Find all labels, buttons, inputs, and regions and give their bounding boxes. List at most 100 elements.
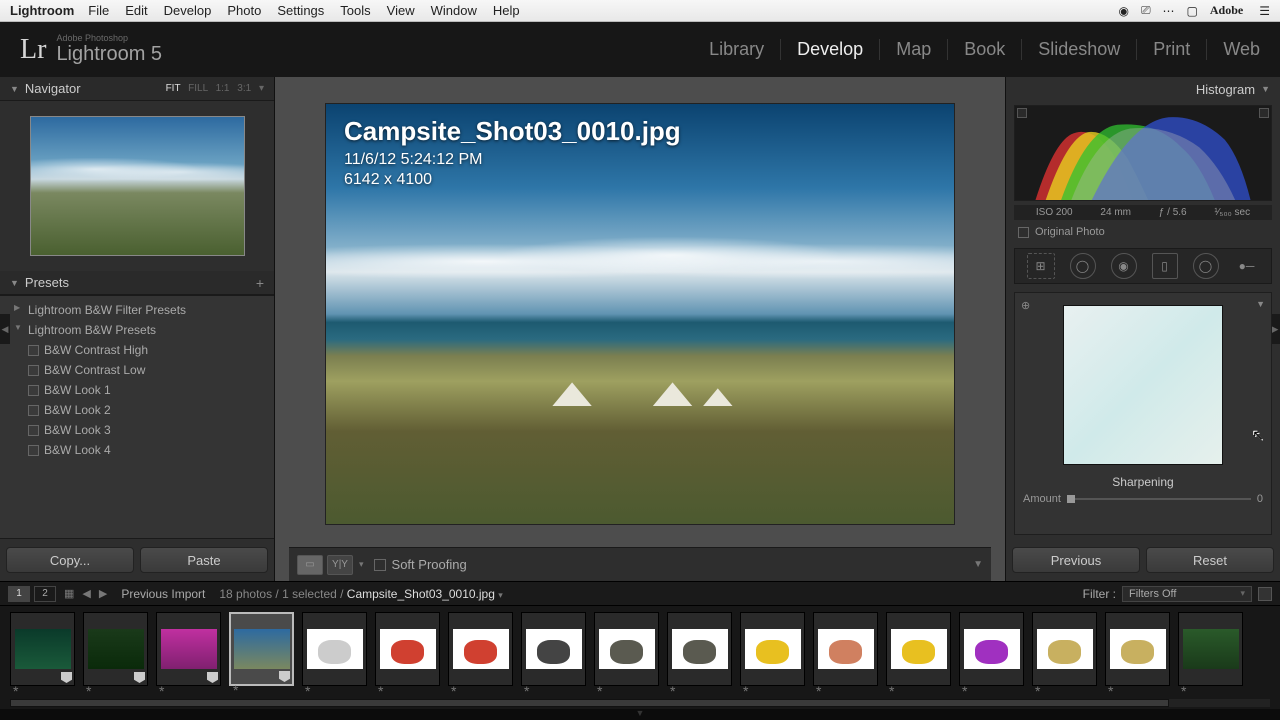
filmstrip-thumb[interactable] xyxy=(1105,612,1170,686)
spot-removal-tool-icon[interactable]: ◯ xyxy=(1070,253,1096,279)
menu-help[interactable]: Help xyxy=(493,3,520,18)
filmstrip-thumb[interactable] xyxy=(521,612,586,686)
menu-develop[interactable]: Develop xyxy=(164,3,212,18)
center-toolbar: ▭ Y|Y ▾ Soft Proofing ▼ xyxy=(289,547,991,581)
filename-dropdown-icon[interactable]: ▾ xyxy=(498,590,503,600)
disclosure-triangle-icon: ▼ xyxy=(10,84,19,94)
filmstrip-thumb[interactable] xyxy=(1032,612,1097,686)
preset-item[interactable]: B&W Contrast High xyxy=(0,340,274,360)
filmstrip-thumb[interactable] xyxy=(448,612,513,686)
detail-preview[interactable] xyxy=(1063,305,1223,465)
add-preset-icon[interactable]: + xyxy=(256,275,264,291)
photo-filename: Campsite_Shot03_0010.jpg xyxy=(344,116,681,147)
histogram-title: Histogram xyxy=(1196,82,1255,97)
filmstrip-thumb[interactable] xyxy=(667,612,732,686)
app-menu[interactable]: Lightroom xyxy=(10,3,74,18)
toolbar-options-dropdown-icon[interactable]: ▼ xyxy=(973,559,983,570)
menu-settings[interactable]: Settings xyxy=(277,3,324,18)
filter-lock-icon[interactable] xyxy=(1258,587,1272,601)
navigator-preview[interactable] xyxy=(30,116,245,256)
preset-item[interactable]: B&W Look 3 xyxy=(0,420,274,440)
graduated-filter-tool-icon[interactable]: ▯ xyxy=(1152,253,1178,279)
detail-target-icon[interactable]: ⊕ xyxy=(1021,299,1030,312)
source-label[interactable]: Previous Import xyxy=(121,587,205,601)
list-icon[interactable]: ☰ xyxy=(1259,4,1270,18)
original-photo-checkbox[interactable]: Original Photo xyxy=(1006,220,1280,244)
menu-edit[interactable]: Edit xyxy=(125,3,147,18)
module-print[interactable]: Print xyxy=(1137,39,1207,60)
secondary-display-button[interactable]: 2 xyxy=(34,586,56,602)
menu-file[interactable]: File xyxy=(88,3,109,18)
filmstrip-thumb[interactable] xyxy=(594,612,659,686)
filmstrip-thumb[interactable] xyxy=(740,612,805,686)
module-library[interactable]: Library xyxy=(693,39,781,60)
histogram-display[interactable] xyxy=(1014,105,1272,201)
amount-value[interactable]: 0 xyxy=(1257,493,1263,505)
disclosure-triangle-icon[interactable]: ▼ xyxy=(1256,299,1265,309)
preset-folder[interactable]: Lightroom B&W Presets xyxy=(0,320,274,340)
filmstrip-thumb[interactable] xyxy=(229,612,294,686)
cloud-sync-icon[interactable]: ◉ xyxy=(1118,4,1128,18)
module-develop[interactable]: Develop xyxy=(781,39,880,60)
navigator-header[interactable]: ▼ Navigator FIT FILL 1:1 3:1 ▾ xyxy=(0,77,274,101)
amount-slider[interactable] xyxy=(1067,498,1251,500)
preset-item[interactable]: B&W Look 1 xyxy=(0,380,274,400)
module-slideshow[interactable]: Slideshow xyxy=(1022,39,1137,60)
zoom-3to1[interactable]: 3:1 xyxy=(237,83,251,94)
filmstrip-scrollbar[interactable] xyxy=(10,699,1270,707)
reset-button[interactable]: Reset xyxy=(1146,547,1274,573)
presets-header[interactable]: ▼ Presets + xyxy=(0,271,274,295)
filter-select[interactable]: Filters Off ▾ xyxy=(1122,586,1252,602)
exif-shutter: ¹⁄₅₀₀ sec xyxy=(1214,207,1250,218)
crop-tool-icon[interactable]: ⊞ xyxy=(1027,253,1055,279)
filmstrip-thumb[interactable] xyxy=(156,612,221,686)
module-web[interactable]: Web xyxy=(1207,39,1260,60)
menu-view[interactable]: View xyxy=(387,3,415,18)
filmstrip-thumb[interactable] xyxy=(10,612,75,686)
grid-view-icon[interactable]: ▦ xyxy=(64,587,74,600)
module-book[interactable]: Book xyxy=(948,39,1022,60)
menu-window[interactable]: Window xyxy=(431,3,477,18)
filmstrip-thumb[interactable] xyxy=(886,612,951,686)
zoom-fill[interactable]: FILL xyxy=(188,83,208,94)
preset-item[interactable]: B&W Contrast Low xyxy=(0,360,274,380)
before-after-dropdown-icon[interactable]: ▾ xyxy=(359,559,364,570)
nav-back-icon[interactable]: ◀ xyxy=(82,587,90,600)
filmstrip-thumb[interactable] xyxy=(302,612,367,686)
preset-folder[interactable]: Lightroom B&W Filter Presets xyxy=(0,300,274,320)
dots-icon[interactable]: ⋯ xyxy=(1163,4,1175,18)
preset-item[interactable]: B&W Look 4 xyxy=(0,440,274,460)
module-map[interactable]: Map xyxy=(880,39,948,60)
filmstrip[interactable] xyxy=(0,605,1280,709)
loupe-view-button[interactable]: ▭ xyxy=(297,555,323,575)
adobe-status-icon[interactable]: ▢ xyxy=(1187,4,1198,18)
copy-button[interactable]: Copy... xyxy=(6,547,134,573)
filmstrip-thumb[interactable] xyxy=(813,612,878,686)
radial-filter-tool-icon[interactable]: ◯ xyxy=(1193,253,1219,279)
zoom-dropdown-icon[interactable]: ▾ xyxy=(259,83,264,94)
soft-proofing-checkbox[interactable]: Soft Proofing xyxy=(374,557,467,572)
filmstrip-thumb[interactable] xyxy=(1178,612,1243,686)
adjustment-brush-tool-icon[interactable]: ●─ xyxy=(1234,253,1260,279)
filmstrip-thumb[interactable] xyxy=(375,612,440,686)
nav-forward-icon[interactable]: ▶ xyxy=(99,587,107,600)
previous-button[interactable]: Previous xyxy=(1012,547,1140,573)
navigator-zoom-controls: FIT FILL 1:1 3:1 ▾ xyxy=(161,83,264,94)
menu-photo[interactable]: Photo xyxy=(227,3,261,18)
zoom-1to1[interactable]: 1:1 xyxy=(216,83,230,94)
menu-tools[interactable]: Tools xyxy=(340,3,370,18)
primary-display-button[interactable]: 1 xyxy=(8,586,30,602)
preset-item[interactable]: B&W Look 2 xyxy=(0,400,274,420)
zoom-fit[interactable]: FIT xyxy=(166,83,181,94)
histogram-header[interactable]: Histogram ▼ xyxy=(1006,77,1280,101)
highlight-clip-icon[interactable] xyxy=(1259,108,1269,118)
filmstrip-thumb[interactable] xyxy=(83,612,148,686)
screen-icon[interactable]: ⎚ xyxy=(1141,3,1151,18)
filmstrip-thumb[interactable] xyxy=(959,612,1024,686)
redeye-tool-icon[interactable]: ◉ xyxy=(1111,253,1137,279)
loupe-view[interactable]: Campsite_Shot03_0010.jpg 11/6/12 5:24:12… xyxy=(289,91,991,537)
before-after-button[interactable]: Y|Y xyxy=(327,555,353,575)
filmstrip-collapse[interactable]: ▼ xyxy=(0,709,1280,720)
shadow-clip-icon[interactable] xyxy=(1017,108,1027,118)
paste-button[interactable]: Paste xyxy=(140,547,268,573)
